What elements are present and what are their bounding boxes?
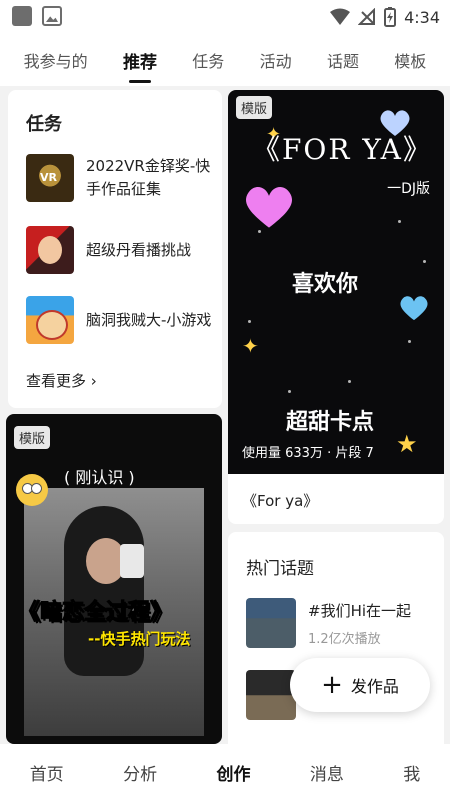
- template-card-for-ya[interactable]: 模版 ✦ 《FOR YA》 一DJ版 喜欢你 ✦ 超甜卡点 ★ 使用量 633万…: [228, 90, 444, 524]
- tab-recommended[interactable]: 推荐: [121, 42, 159, 83]
- battery-icon: [384, 7, 397, 27]
- bottom-navigation: 首页 分析 创作 消息 我: [0, 744, 450, 800]
- topic-item[interactable]: #我们Hi在一起 1.2亿次播放: [246, 598, 436, 652]
- plus-icon: +: [321, 670, 343, 700]
- nav-create[interactable]: 创作: [216, 760, 250, 785]
- gallery-notification-icon: [42, 6, 62, 26]
- heart-icon: [245, 186, 293, 228]
- status-icons: 4:34: [330, 4, 440, 30]
- video-title: 《暗恋全过程》: [17, 600, 173, 626]
- task-label: 脑洞我贼大-小游戏: [86, 310, 212, 329]
- hot-topics-card: 热门话题 #我们Hi在一起 1.2亿次播放: [228, 532, 444, 752]
- template-badge: 模版: [14, 426, 51, 449]
- video-subtitle: --快手热门玩法: [88, 630, 191, 648]
- task-thumbnail: [26, 154, 74, 202]
- task-item[interactable]: 超级丹看播挑战: [26, 224, 216, 276]
- no-signal-icon: [358, 8, 376, 25]
- nav-messages[interactable]: 消息: [310, 760, 344, 785]
- template-caption: 《For ya》: [242, 492, 319, 510]
- post-work-label: 发作品: [350, 677, 399, 696]
- tab-activities[interactable]: 活动: [258, 42, 294, 78]
- topic-plays: 1.2亿次播放: [308, 632, 381, 647]
- poster-line-1: 喜欢你: [292, 272, 359, 297]
- see-more-link[interactable]: 查看更多 ›: [26, 370, 97, 391]
- nav-analytics[interactable]: 分析: [123, 760, 157, 785]
- task-section-title: 任务: [26, 114, 62, 135]
- task-item[interactable]: 脑洞我贼大-小游戏: [26, 294, 216, 346]
- post-work-button[interactable]: + 发作品: [290, 658, 430, 712]
- task-card: 任务 2022VR金铎奖-快手作品征集 超级丹看播挑战 脑洞我贼大-小游戏 查看…: [8, 90, 222, 408]
- task-thumbnail: [26, 296, 74, 344]
- task-label: 超级丹看播挑战: [86, 240, 192, 259]
- clock: 4:34: [404, 7, 440, 27]
- tab-tasks[interactable]: 任务: [190, 42, 226, 78]
- task-item[interactable]: 2022VR金铎奖-快手作品征集: [26, 152, 216, 204]
- rolling-eyes-emoji-icon: [16, 474, 48, 506]
- usage-stats: 使用量 633万 · 片段 7: [242, 446, 374, 461]
- template-poster: 模版 ✦ 《FOR YA》 一DJ版 喜欢你 ✦ 超甜卡点 ★ 使用量 633万…: [228, 90, 444, 474]
- template-card-crush[interactable]: 模版 ( 刚认识 ) 《暗恋全过程》 --快手热门玩法: [6, 414, 222, 744]
- task-thumbnail: [26, 226, 74, 274]
- video-tag: ( 刚认识 ): [64, 468, 135, 487]
- poster-subtitle: 一DJ版: [387, 181, 430, 197]
- poster-title: 《FOR YA》: [252, 133, 433, 166]
- poster-line-2: 超甜卡点: [286, 410, 375, 435]
- task-label: 2022VR金铎奖-快手作品征集: [86, 157, 211, 198]
- topic-thumbnail: [246, 670, 296, 720]
- nav-me[interactable]: 我: [403, 760, 420, 785]
- status-bar: 4:34: [0, 0, 450, 34]
- tab-topics[interactable]: 话题: [325, 42, 361, 78]
- topic-thumbnail: [246, 598, 296, 648]
- nav-home[interactable]: 首页: [30, 760, 64, 785]
- tab-templates[interactable]: 模板: [392, 42, 428, 78]
- hot-topics-title: 热门话题: [246, 559, 314, 579]
- tab-participated[interactable]: 我参与的: [22, 42, 90, 78]
- topic-name: #我们Hi在一起: [308, 602, 412, 620]
- wifi-icon: [330, 8, 351, 25]
- template-badge: 模版: [236, 96, 273, 119]
- heart-icon: [400, 296, 428, 321]
- sparkle-icon: ✦: [242, 334, 259, 358]
- star-icon: ★: [396, 430, 418, 458]
- app-notification-icon: [12, 6, 32, 26]
- category-tabs: 我参与的 推荐 任务 活动 话题 模板: [0, 34, 450, 86]
